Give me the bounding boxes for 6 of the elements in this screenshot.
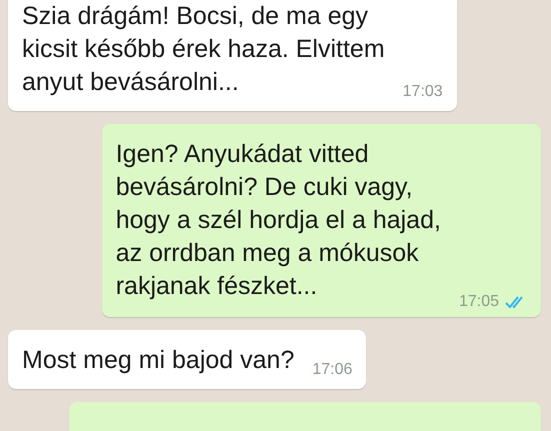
message-time: 17:06 — [312, 361, 352, 379]
message-time: 17:05 — [458, 293, 499, 311]
message-text: Most meg mi bajod van? — [22, 345, 294, 376]
message-time: 17:03 — [402, 83, 443, 101]
message-text: Igen? Anyukádat vitted bevásárolni? De cuki vagy, hogy a szél hordja el a hajad, az orrdban meg a mókusok rakjanak fészket... — [116, 139, 441, 302]
message-text: Szia drágám! Bocsi, de ma egy kicsit később érek haza. Elvittem anyut bevásárolni... — [22, 1, 385, 98]
